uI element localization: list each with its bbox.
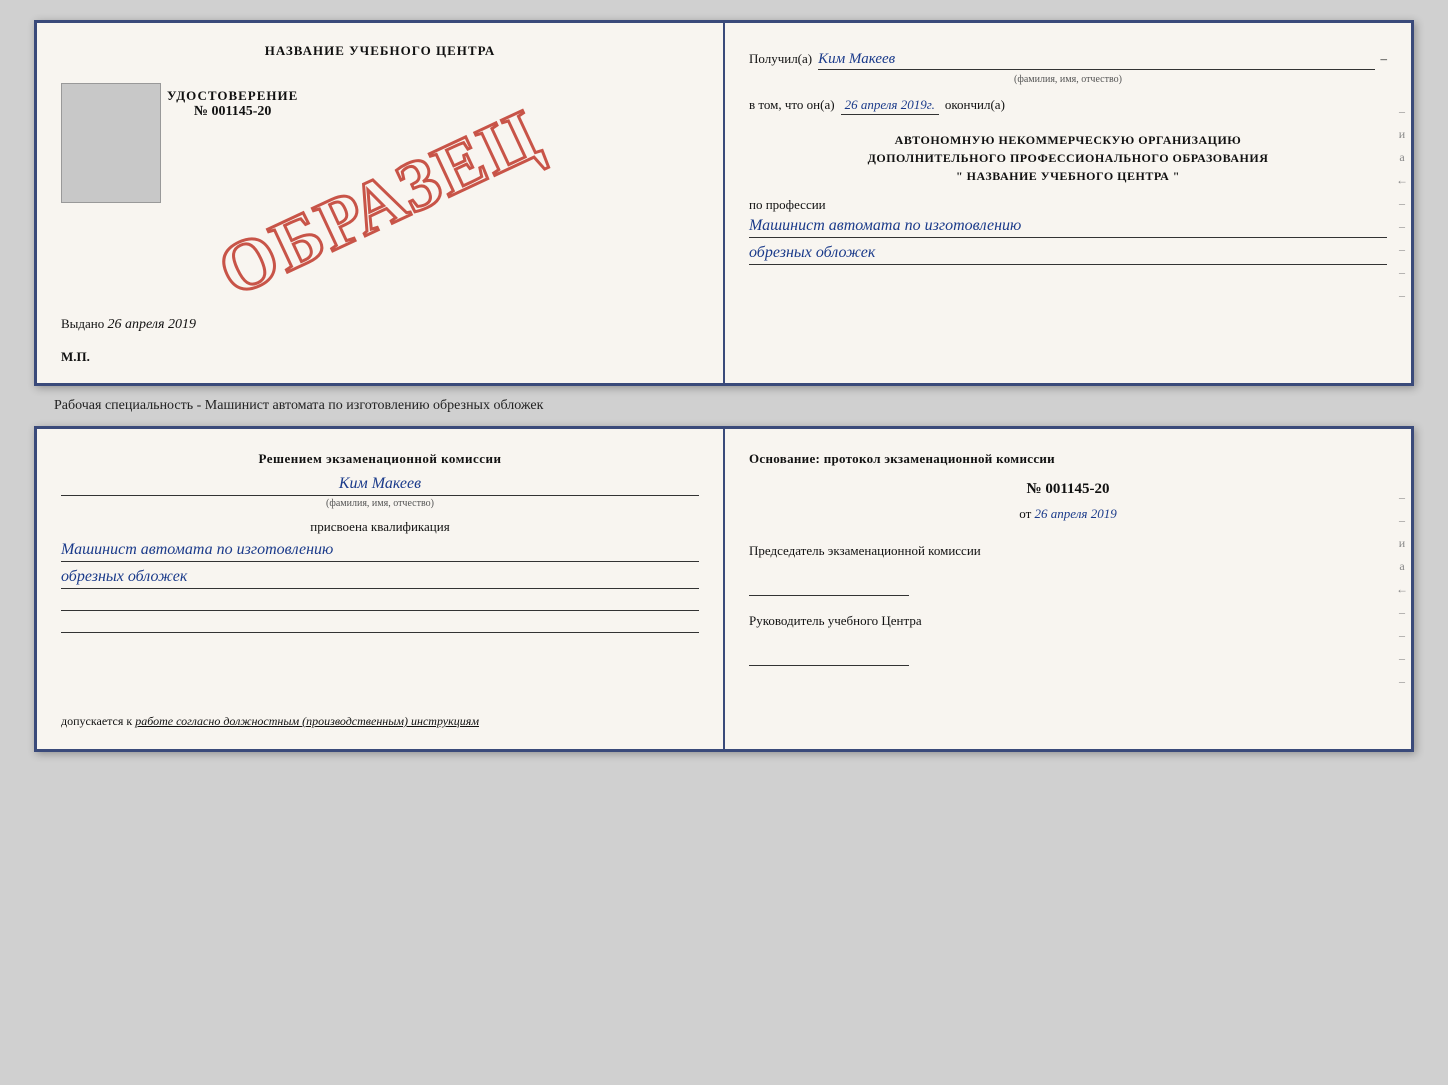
vydano-line: Выдано 26 апреля 2019 — [61, 316, 196, 333]
bsm-arrow: ← — [1393, 582, 1411, 597]
profession-name-2: обрезных обложек — [749, 244, 1387, 265]
bsm-dash5: – — [1393, 651, 1411, 666]
predsedatel-block: Председатель экзаменационной комиссии — [749, 542, 1387, 596]
udost-block: УДОСТОВЕРЕНИЕ № 001145-20 — [167, 88, 298, 120]
ot-prefix: от — [1019, 506, 1031, 521]
poluchil-name: Ким Макеев — [818, 51, 1374, 70]
org-line3: " НАЗВАНИЕ УЧЕБНОГО ЦЕНТРА " — [749, 167, 1387, 185]
bottom-doc-left: Решением экзаменационной комиссии Ким Ма… — [37, 429, 725, 749]
obrazec-watermark: ОБРАЗЕЦ — [206, 93, 553, 314]
photo-placeholder — [61, 83, 161, 203]
bsm-dash2: – — [1393, 513, 1411, 528]
top-doc-right: Получил(а) Ким Макеев – (фамилия, имя, о… — [725, 23, 1411, 383]
bottom-document: Решением экзаменационной комиссии Ким Ма… — [34, 426, 1414, 752]
ot-date: 26 апреля 2019 — [1035, 506, 1117, 521]
protocol-num: № 001145-20 — [749, 481, 1387, 498]
org-line2: ДОПОЛНИТЕЛЬНОГО ПРОФЕССИОНАЛЬНОГО ОБРАЗО… — [749, 149, 1387, 167]
bsm-dash3: – — [1393, 605, 1411, 620]
bottom-name: Ким Макеев — [61, 475, 699, 496]
resheniem-header: Решением экзаменационной комиссии — [61, 449, 699, 469]
side-mark-dash6: – — [1393, 288, 1411, 303]
top-document: НАЗВАНИЕ УЧЕБНОГО ЦЕНТРА УДОСТОВЕРЕНИЕ №… — [34, 20, 1414, 386]
po-professii: по профессии — [749, 197, 1387, 213]
bottom-doc-right: Основание: протокол экзаменационной коми… — [725, 429, 1411, 749]
org-line1: АВТОНОМНУЮ НЕКОММЕРЧЕСКУЮ ОРГАНИЗАЦИЮ — [749, 131, 1387, 149]
dopusk-prefix: допускается к — [61, 714, 132, 728]
vydano-date: 26 апреля 2019 — [108, 317, 196, 332]
dopusk-val: работе согласно должностным (производств… — [135, 714, 479, 728]
mp-label: М.П. — [61, 349, 90, 365]
bottom-profession-1: Машинист автомата по изготовлению — [61, 541, 699, 562]
side-mark-dash2: – — [1393, 196, 1411, 211]
bottom-profession-2: обрезных обложек — [61, 568, 699, 589]
side-mark-а: а — [1393, 150, 1411, 165]
rukovoditel-label: Руководитель учебного Центра — [749, 612, 1387, 630]
udost-label: УДОСТОВЕРЕНИЕ — [167, 88, 298, 104]
bottom-side-marks: – – и а ← – – – – — [1393, 429, 1411, 749]
side-marks-right: – и а ← – – – – – — [1393, 23, 1411, 383]
osnovanie-header: Основание: протокол экзаменационной коми… — [749, 449, 1387, 469]
bottom-fio-label: (фамилия, имя, отчество) — [61, 498, 699, 509]
bsm-dash4: – — [1393, 628, 1411, 643]
poluchil-prefix: Получил(а) — [749, 51, 812, 67]
profession-name-1: Машинист автомата по изготовлению — [749, 217, 1387, 238]
side-mark-arrow: ← — [1393, 173, 1411, 188]
ot-line: от 26 апреля 2019 — [749, 506, 1387, 522]
blank-line-2 — [61, 617, 699, 633]
bsm-и: и — [1393, 536, 1411, 551]
poluchil-fio-label: (фамилия, имя, отчество) — [749, 74, 1387, 85]
predsedatel-sign-line — [749, 580, 909, 596]
bsm-dash1: – — [1393, 490, 1411, 505]
udost-num: № 001145-20 — [167, 104, 298, 120]
bsm-а: а — [1393, 559, 1411, 574]
org-block: АВТОНОМНУЮ НЕКОММЕРЧЕСКУЮ ОРГАНИЗАЦИЮ ДО… — [749, 131, 1387, 185]
vtom-line: в том, что он(а) 26 апреля 2019г. окончи… — [749, 97, 1387, 115]
dopuskaetsya: допускается к работе согласно должностны… — [61, 714, 699, 729]
side-mark-dash5: – — [1393, 265, 1411, 280]
poluchil-line: Получил(а) Ким Макеев – — [749, 51, 1387, 70]
blank-line-1 — [61, 595, 699, 611]
okonchil: окончил(а) — [945, 97, 1005, 113]
bsm-dash6: – — [1393, 674, 1411, 689]
top-doc-title: НАЗВАНИЕ УЧЕБНОГО ЦЕНТРА — [61, 43, 699, 59]
top-doc-left: НАЗВАНИЕ УЧЕБНОГО ЦЕНТРА УДОСТОВЕРЕНИЕ №… — [37, 23, 725, 383]
side-mark-dash4: – — [1393, 242, 1411, 257]
side-mark-и: и — [1393, 127, 1411, 142]
rukovoditel-sign-line — [749, 650, 909, 666]
vydano-prefix: Выдано — [61, 316, 104, 331]
side-mark-dash1: – — [1393, 104, 1411, 119]
caption-text: Рабочая специальность - Машинист автомат… — [54, 398, 543, 414]
prisvoena-text: присвоена квалификация — [61, 519, 699, 535]
predsedatel-label: Председатель экзаменационной комиссии — [749, 542, 1387, 560]
side-mark-dash3: – — [1393, 219, 1411, 234]
vtom-prefix: в том, что он(а) — [749, 97, 835, 113]
vtom-date: 26 апреля 2019г. — [841, 97, 939, 115]
rukovoditel-block: Руководитель учебного Центра — [749, 612, 1387, 666]
